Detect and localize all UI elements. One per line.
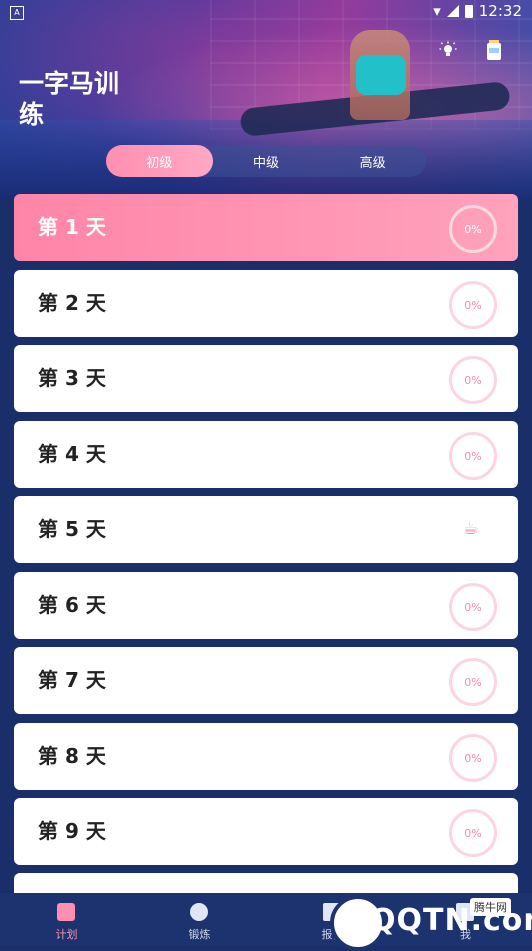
level-label: 初级 — [146, 155, 173, 171]
day-card-7[interactable]: 第 7 天 0% — [14, 647, 518, 714]
day-card-9[interactable]: 第 9 天 0% — [14, 798, 518, 865]
notification-icon: A — [10, 6, 24, 20]
tab-level-3[interactable]: 高级 — [319, 145, 426, 177]
day-card-6[interactable]: 第 6 天 0% — [14, 572, 518, 639]
progress-ring: 0% — [449, 356, 497, 404]
day-card-8[interactable]: 第 8 天 0% — [14, 723, 518, 790]
compass-icon — [190, 903, 208, 921]
progress-ring: 0% — [449, 734, 497, 782]
day-card-3[interactable]: 第 3 天 0% — [14, 345, 518, 412]
watermark: QQTN.com 腾牛网 — [330, 895, 532, 951]
day-label: 第 8 天 — [38, 744, 106, 768]
progress-ring: 0% — [449, 281, 497, 329]
plan-icon — [57, 903, 75, 921]
page-title: 一字马训练 — [19, 69, 120, 129]
progress-ring: 0% — [449, 432, 497, 480]
day-label: 第 1 天 — [38, 215, 106, 239]
tab-plan[interactable]: 计划 — [0, 893, 133, 946]
level-label: 高级 — [359, 155, 386, 171]
day-label: 第 3 天 — [38, 366, 106, 390]
status-bar: A ▾ 12:32 — [0, 0, 532, 24]
progress-ring: 0% — [449, 205, 497, 253]
progress-ring: 0% — [449, 809, 497, 857]
list-item-partial[interactable] — [14, 873, 518, 893]
tab-workout[interactable]: 锻炼 — [133, 893, 266, 946]
day-label: 第 5 天 — [38, 517, 106, 541]
day-label: 第 6 天 — [38, 593, 106, 617]
signal-icon — [446, 5, 459, 17]
progress-ring: 0% — [449, 583, 497, 631]
day-label: 第 9 天 — [38, 819, 106, 843]
level-label: 中级 — [253, 155, 280, 171]
jar-icon[interactable] — [482, 38, 506, 62]
watermark-badge: 腾牛网 — [470, 898, 511, 916]
day-card-1[interactable]: 第 1 天 0% — [14, 194, 518, 261]
day-card-4[interactable]: 第 4 天 0% — [14, 421, 518, 488]
tab-label: 锻炼 — [188, 928, 211, 941]
day-label: 第 2 天 — [38, 291, 106, 315]
tab-level-2[interactable]: 中级 — [213, 145, 320, 177]
athlete-top — [356, 55, 406, 95]
progress-ring: 0% — [449, 658, 497, 706]
coffee-cup-icon: ☕ — [462, 518, 480, 539]
day-label: 第 4 天 — [38, 442, 106, 466]
lightbulb-icon[interactable] — [436, 38, 460, 62]
day-card-2[interactable]: 第 2 天 0% — [14, 270, 518, 337]
day-label: 第 7 天 — [38, 668, 106, 692]
tab-level-1[interactable]: 初级 — [106, 145, 213, 177]
wifi-icon: ▾ — [433, 2, 441, 20]
clock: 12:32 — [478, 2, 522, 20]
day-card-5[interactable]: 第 5 天 ☕ — [14, 496, 518, 563]
tab-label: 计划 — [55, 928, 78, 941]
battery-icon — [464, 4, 473, 18]
level-switcher: 初级 中级 高级 — [106, 145, 426, 177]
